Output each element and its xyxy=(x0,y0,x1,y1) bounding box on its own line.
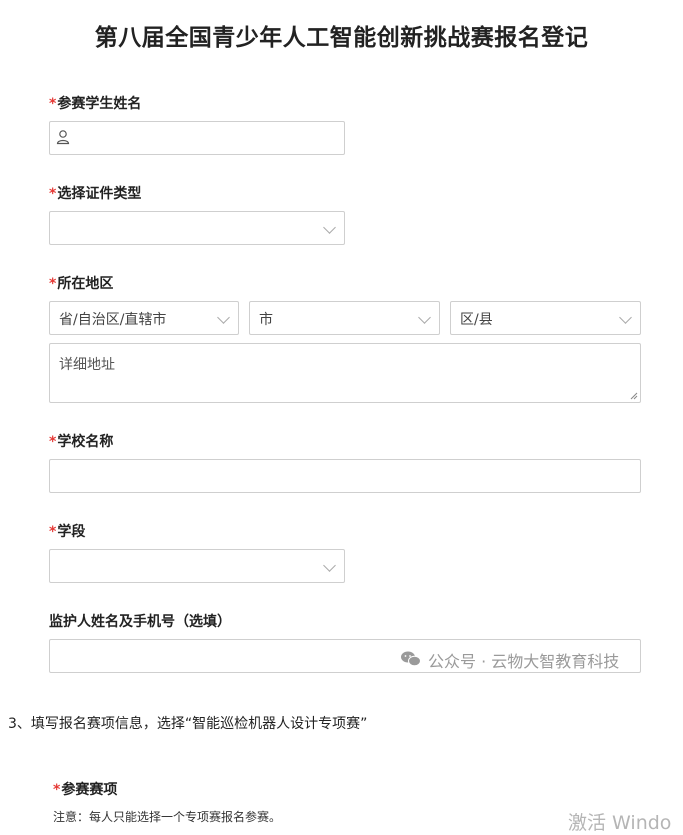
district-select[interactable]: 区/县 xyxy=(450,301,641,335)
resize-handle-icon[interactable] xyxy=(630,392,638,400)
province-select[interactable]: 省/自治区/直辖市 xyxy=(49,301,239,335)
wechat-icon xyxy=(401,651,421,667)
activate-windows-overlay: 激活 Windo xyxy=(568,812,672,834)
event-label: *参赛赛项 xyxy=(53,782,118,798)
school-input[interactable] xyxy=(49,459,641,493)
grade-select[interactable] xyxy=(49,549,345,583)
school-label: *学校名称 xyxy=(49,434,114,450)
event-note: 注意：每人只能选择一个专项赛报名参赛。 xyxy=(53,810,282,824)
student-name-label: *参赛学生姓名 xyxy=(49,96,142,112)
id-type-select[interactable] xyxy=(49,211,345,245)
student-name-input[interactable] xyxy=(49,121,345,155)
id-type-label: *选择证件类型 xyxy=(49,186,142,202)
chevron-down-icon xyxy=(323,221,336,234)
address-textarea[interactable]: 详细地址 xyxy=(49,343,641,403)
step-instruction: 3、填写报名赛项信息，选择“智能巡检机器人设计专项赛” xyxy=(8,716,368,732)
chevron-down-icon xyxy=(217,311,230,324)
user-icon xyxy=(56,130,70,145)
chevron-down-icon xyxy=(323,559,336,572)
watermark-text: 公众号 · 云物大智教育科技 xyxy=(428,652,620,671)
guardian-label: 监护人姓名及手机号（选填） xyxy=(49,614,231,630)
grade-label: *学段 xyxy=(49,524,86,540)
chevron-down-icon xyxy=(418,311,431,324)
city-select[interactable]: 市 xyxy=(249,301,440,335)
region-label: *所在地区 xyxy=(49,276,114,292)
required-mark: * xyxy=(49,96,57,112)
page-title: 第八届全国青少年人工智能创新挑战赛报名登记 xyxy=(94,25,589,51)
chevron-down-icon xyxy=(619,311,632,324)
